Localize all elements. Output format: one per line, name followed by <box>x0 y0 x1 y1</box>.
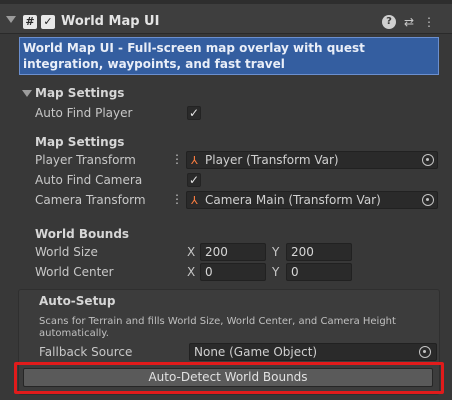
auto-find-camera-checkbox[interactable]: ✓ <box>187 173 201 187</box>
context-menu-icon[interactable]: ⋮ <box>422 15 436 29</box>
camera-transform-menu-icon[interactable]: ⋮ <box>171 192 183 206</box>
fallback-source-value: None (Game Object) <box>194 345 318 359</box>
auto-setup-header: Auto-Setup <box>39 294 116 308</box>
player-transform-label: Player Transform <box>35 153 136 167</box>
auto-find-player-checkbox[interactable]: ✓ <box>187 106 201 120</box>
world-center-y-input[interactable]: 0 <box>286 263 352 281</box>
world-size-label: World Size <box>35 245 98 259</box>
auto-setup-help-line-2: automatically. <box>39 328 109 339</box>
component-header[interactable]: # ✓ World Map UI ? ⇄ ⋮ <box>0 4 452 34</box>
world-center-x-input[interactable]: 0 <box>200 263 266 281</box>
camera-transform-label: Camera Transform <box>35 193 146 207</box>
camera-transform-picker-icon[interactable] <box>422 194 434 206</box>
component-description: World Map UI - Full-screen map overlay w… <box>19 37 439 75</box>
auto-detect-world-bounds-button[interactable]: Auto-Detect World Bounds <box>23 368 433 387</box>
fallback-source-field[interactable]: None (Game Object) <box>189 343 437 361</box>
player-transform-menu-icon[interactable]: ⋮ <box>171 152 183 166</box>
component-title: World Map UI <box>61 14 160 29</box>
player-transform-field[interactable]: ⅄ Player (Transform Var) <box>186 151 438 169</box>
transform-icon: ⅄ <box>191 194 198 207</box>
map-settings-subheader: Map Settings <box>35 135 125 149</box>
world-bounds-header: World Bounds <box>35 227 130 241</box>
world-center-x-label: X <box>187 265 196 279</box>
world-center-label: World Center <box>35 265 114 279</box>
player-transform-value: Player (Transform Var) <box>205 153 339 167</box>
world-size-x-input[interactable]: 200 <box>200 243 266 261</box>
help-icon[interactable]: ? <box>382 15 396 29</box>
player-transform-picker-icon[interactable] <box>422 154 434 166</box>
camera-transform-value: Camera Main (Transform Var) <box>205 193 381 207</box>
map-settings-foldout-arrow-icon[interactable] <box>22 90 32 97</box>
world-center-y-label: Y <box>272 265 280 279</box>
world-size-y-input[interactable]: 200 <box>286 243 352 261</box>
component-enabled-checkbox[interactable]: ✓ <box>41 15 55 29</box>
world-size-y-label: Y <box>272 245 280 259</box>
fallback-source-label: Fallback Source <box>39 345 133 359</box>
component-foldout-arrow-icon[interactable] <box>6 16 16 23</box>
fallback-source-picker-icon[interactable] <box>419 346 431 358</box>
world-size-x-label: X <box>187 245 196 259</box>
auto-find-camera-label: Auto Find Camera <box>35 173 143 187</box>
map-settings-foldout-label[interactable]: Map Settings <box>35 86 124 100</box>
transform-icon: ⅄ <box>191 154 198 167</box>
camera-transform-field[interactable]: ⅄ Camera Main (Transform Var) <box>186 191 438 209</box>
preset-settings-icon[interactable]: ⇄ <box>402 15 416 29</box>
auto-find-player-label: Auto Find Player <box>35 106 133 120</box>
script-icon: # <box>23 15 37 29</box>
